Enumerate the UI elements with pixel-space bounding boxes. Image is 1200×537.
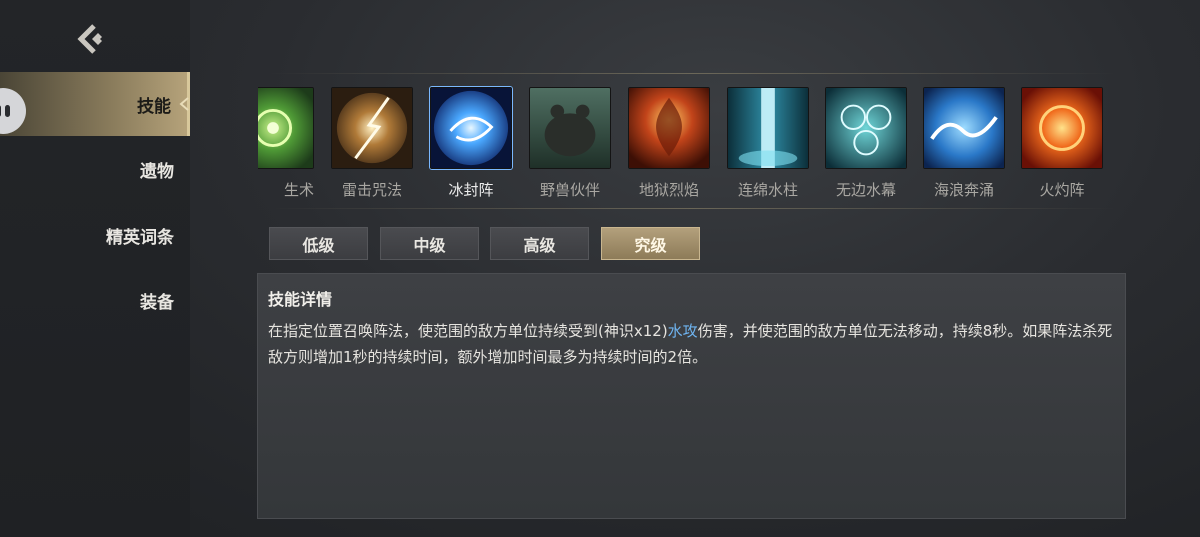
skill-detail-panel: 技能详情 在指定位置召唤阵法，使范围的敌方单位持续受到(神识x12)水攻伤害，并… [257,273,1126,519]
tier-label: 究级 [634,235,667,255]
skill-label: 地狱烈焰 [638,181,699,199]
skill-card[interactable]: 无边水幕 [825,87,907,200]
tier-label: 中级 [413,235,446,255]
sidebar-item-equipment[interactable]: 装备 [0,268,190,332]
green-nature-rune-icon [258,87,314,169]
tier-tab-mid[interactable]: 中级 [380,227,479,260]
sidebar: 技能 遗物 精英词条 装备 [0,0,190,537]
skill-card[interactable]: 火灼阵 [1021,87,1103,200]
sidebar-item-label: 精英词条 [106,227,174,248]
skill-card[interactable]: 连绵水柱 [727,87,809,200]
sidebar-item-label: 遗物 [140,161,174,182]
skill-label: 冰封阵 [448,181,494,199]
water-pillar-icon [727,87,809,169]
active-indicator-icon [178,96,192,111]
back-arrow-icon[interactable] [72,20,110,58]
skill-carousel[interactable]: 生术 雷击咒法 冰封阵 野兽伙伴 地狱烈焰 连绵水柱 无边水幕 海浪奔涌 火灼阵 [258,73,1116,211]
detail-description: 在指定位置召唤阵法，使范围的敌方单位持续受到(神识x12)水攻伤害，并使范围的敌… [268,318,1115,370]
tier-label: 低级 [302,235,335,255]
skill-label: 雷击咒法 [341,181,402,199]
skill-card[interactable]: 野兽伙伴 [529,87,611,200]
skill-label: 野兽伙伴 [539,181,600,199]
tier-tab-high[interactable]: 高级 [490,227,589,260]
ocean-wave-icon [923,87,1005,169]
fire-circle-icon [1021,87,1103,169]
skill-card[interactable]: 雷击咒法 [331,87,413,200]
detail-title: 技能详情 [268,290,333,309]
sidebar-item-skills[interactable]: 技能 [0,72,190,136]
skill-card-selected[interactable]: 冰封阵 [430,87,512,200]
skill-label: 海浪奔涌 [933,181,994,199]
avatar-eye [5,105,10,117]
lightning-orb-icon [331,87,413,169]
skill-card[interactable]: 地狱烈焰 [628,87,710,200]
water-curtain-orbs-icon [825,87,907,169]
skill-label: 火灼阵 [1039,181,1085,199]
bear-companion-icon [529,87,611,169]
tier-tab-low[interactable]: 低级 [269,227,368,260]
avatar-eye [0,105,1,117]
ice-vortex-icon [430,87,512,169]
detail-damage-type: 水攻 [667,322,698,340]
detail-text-before: 在指定位置召唤阵法，使范围的敌方单位持续受到(神识x12) [268,322,668,340]
skill-label: 连绵水柱 [737,181,798,199]
sidebar-item-elite-affixes[interactable]: 精英词条 [0,203,190,267]
hellfire-demon-icon [628,87,710,169]
skill-label: 无边水幕 [835,181,896,199]
sidebar-item-label: 装备 [140,292,174,313]
sidebar-item-label: 技能 [137,96,171,117]
skill-card[interactable]: 生术 [258,87,314,200]
skill-card[interactable]: 海浪奔涌 [923,87,1005,200]
tier-tab-ultimate[interactable]: 究级 [601,227,700,260]
sidebar-item-relics[interactable]: 遗物 [0,137,190,201]
skill-label: 生术 [283,181,314,199]
tier-label: 高级 [523,235,556,255]
